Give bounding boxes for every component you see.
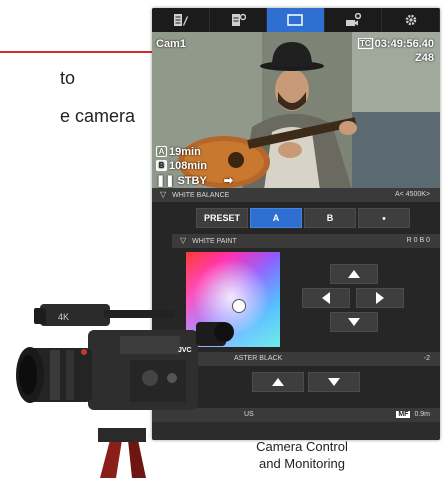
document-settings-icon xyxy=(231,13,246,26)
paint-left-button[interactable] xyxy=(302,288,350,308)
white-balance-title: WHITE BALANCE xyxy=(172,192,230,199)
wb-a-button[interactable]: A xyxy=(250,208,302,228)
body-text-line-1: to xyxy=(60,68,76,88)
tab-frame[interactable] xyxy=(267,8,325,32)
tab-settings[interactable] xyxy=(382,8,440,32)
focus-value: MF 0.9m xyxy=(396,408,430,422)
arrow-left-icon xyxy=(322,292,330,304)
timecode-value: 03:49:56.40 xyxy=(374,38,434,50)
wb-auto-button[interactable]: ⬩ xyxy=(358,208,410,228)
gear-icon xyxy=(405,14,416,26)
tab-notepad[interactable] xyxy=(152,8,210,32)
paint-right-button[interactable] xyxy=(356,288,404,308)
brand-logo: JVC xyxy=(178,347,192,354)
auto-white-icon: ⬩ xyxy=(382,212,386,223)
paint-up-button[interactable] xyxy=(330,264,378,284)
camera-name: Cam1 xyxy=(156,38,186,50)
wb-b-button[interactable]: B xyxy=(304,208,356,228)
live-preview[interactable]: Cam1 TC 03:49:56.40 Z48 A 19min B 108min ❚❚… xyxy=(152,32,440,190)
white-balance-value: A< 4500K> xyxy=(394,191,430,198)
collapse-arrow-icon: ▽ xyxy=(180,236,187,245)
record-status: ❚❚ STBY ➡ xyxy=(156,174,233,187)
mf-badge: MF xyxy=(396,411,411,418)
caption-line-1: Camera Control xyxy=(256,439,348,454)
section-rule xyxy=(0,51,155,53)
tab-document-settings[interactable] xyxy=(210,8,268,32)
pause-icon: ❚❚ xyxy=(156,175,175,187)
slot-b-time: 108min xyxy=(169,160,207,172)
arrow-up-icon xyxy=(348,270,360,278)
paint-down-button[interactable] xyxy=(330,312,378,332)
record-arrow-icon: ➡ xyxy=(223,175,233,187)
slot-a-time: 19min xyxy=(169,146,201,158)
arrow-up-icon xyxy=(272,378,284,386)
slot-a-badge: A xyxy=(156,146,167,157)
arrow-right-icon xyxy=(376,292,384,304)
white-paint-header[interactable]: ▽ WHITE PAINT R 0 B 0 xyxy=(172,234,440,248)
timecode-display: TC 03:49:56.40 xyxy=(358,38,434,50)
tab-camera-settings[interactable] xyxy=(325,8,383,32)
wb-preset-button[interactable]: PRESET xyxy=(196,208,248,228)
notepad-edit-icon xyxy=(174,14,189,26)
camcorder-illustration: 4K JVC xyxy=(16,304,234,478)
arrow-down-icon xyxy=(348,318,360,326)
master-black-value: -2 xyxy=(423,355,430,362)
caption: Camera Control and Monitoring xyxy=(242,438,362,472)
focus-distance: 0.9m xyxy=(414,411,430,418)
body-text-line-2: e camera xyxy=(60,106,136,126)
slot-a-remaining: A 19min xyxy=(156,146,201,158)
timecode-badge: TC xyxy=(358,38,373,49)
camera-settings-icon xyxy=(346,13,362,26)
caption-line-2: and Monitoring xyxy=(259,456,345,471)
slot-b-badge: B xyxy=(156,160,167,171)
record-status-label: STBY xyxy=(177,175,207,187)
tab-bar xyxy=(152,8,440,32)
white-paint-title: WHITE PAINT xyxy=(192,238,237,245)
model-mark: 4K xyxy=(58,312,69,322)
arrow-down-icon xyxy=(328,378,340,386)
white-paint-value: R 0 B 0 xyxy=(406,237,430,244)
white-balance-header[interactable]: ▽ WHITE BALANCE A< 4500K> xyxy=(152,188,440,202)
zoom-position: Z48 xyxy=(415,52,434,64)
collapse-arrow-icon: ▽ xyxy=(160,190,167,199)
rectangle-frame-icon xyxy=(287,14,304,26)
master-black-down-button[interactable] xyxy=(308,372,360,392)
slot-b-remaining: B 108min xyxy=(156,160,207,172)
color-picker-handle[interactable] xyxy=(232,299,246,313)
